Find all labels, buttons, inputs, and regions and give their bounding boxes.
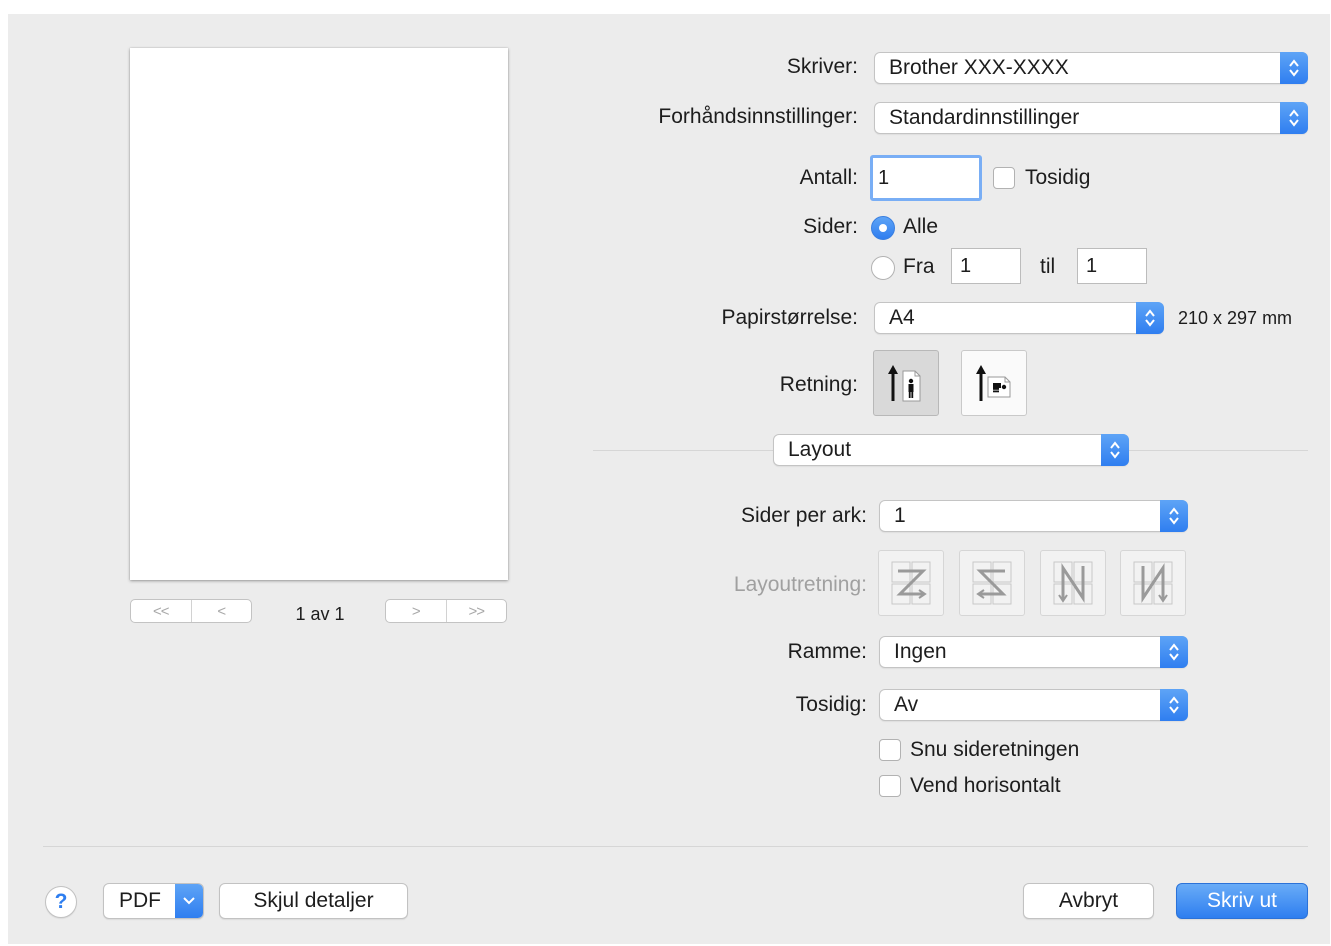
pages-label: Sider: xyxy=(803,215,858,238)
pdf-label: PDF xyxy=(119,889,161,912)
printer-label: Skriver: xyxy=(786,55,858,78)
presets-label: Forhåndsinnstillinger: xyxy=(658,105,858,128)
n-reverse-layout-icon xyxy=(1053,561,1093,605)
chevron-down-icon xyxy=(175,884,203,918)
paper-dimensions: 210 x 297 mm xyxy=(1178,308,1293,328)
flip-horizontal-checkbox[interactable] xyxy=(879,775,901,797)
landscape-orientation-icon xyxy=(976,365,1011,401)
pages-to-label: til xyxy=(1040,255,1056,278)
presets-select[interactable]: Standardinnstillinger xyxy=(874,102,1308,134)
pages-to-input[interactable]: 1 xyxy=(1077,248,1147,284)
preview-nav-back: << < xyxy=(130,599,252,623)
presets-value: Standardinnstillinger xyxy=(889,106,1080,129)
pages-per-sheet-label: Sider per ark: xyxy=(740,504,867,527)
updown-arrows-icon xyxy=(1101,434,1129,466)
help-button[interactable]: ? xyxy=(45,886,77,918)
layout-direction-n-button[interactable] xyxy=(1120,550,1186,616)
updown-arrows-icon xyxy=(1280,102,1308,134)
page-preview xyxy=(130,48,508,580)
layout-direction-z-button[interactable] xyxy=(878,550,944,616)
pdf-menu-button[interactable]: PDF xyxy=(103,883,204,919)
paper-size-select[interactable]: A4 xyxy=(874,302,1164,334)
pages-range-radio[interactable] xyxy=(871,256,895,280)
two-sided-value: Av xyxy=(894,693,919,716)
hide-details-button[interactable]: Skjul detaljer xyxy=(219,883,408,919)
layout-direction-label: Layoutretning: xyxy=(733,573,867,596)
two-sided-select[interactable]: Av xyxy=(879,689,1188,721)
last-page-button[interactable]: >> xyxy=(445,600,507,622)
print-button[interactable]: Skriv ut xyxy=(1176,883,1308,919)
orientation-label: Retning: xyxy=(779,373,858,396)
two-sided-label: Tosidig: xyxy=(795,693,867,716)
paper-size-value: A4 xyxy=(889,306,915,329)
portrait-orientation-icon xyxy=(888,365,921,402)
pages-range-from-label: Fra xyxy=(903,255,935,278)
cancel-button[interactable]: Avbryt xyxy=(1023,883,1154,919)
border-select[interactable]: Ingen xyxy=(879,636,1188,668)
pages-per-sheet-select[interactable]: 1 xyxy=(879,500,1188,532)
reverse-z-layout-icon xyxy=(972,561,1012,605)
first-page-button[interactable]: << xyxy=(131,600,191,622)
reverse-orientation-label: Snu sideretningen xyxy=(910,738,1080,761)
pages-per-sheet-value: 1 xyxy=(894,504,906,527)
landscape-orientation-button[interactable] xyxy=(961,350,1027,416)
next-page-button[interactable]: > xyxy=(386,600,446,622)
updown-arrows-icon xyxy=(1136,302,1164,334)
border-label: Ramme: xyxy=(787,640,867,663)
border-value: Ingen xyxy=(894,640,947,663)
updown-arrows-icon xyxy=(1280,52,1308,84)
updown-arrows-icon xyxy=(1160,636,1188,668)
duplex-checkbox[interactable] xyxy=(993,167,1015,189)
updown-arrows-icon xyxy=(1160,689,1188,721)
preview-nav-forward: > >> xyxy=(385,599,507,623)
z-layout-icon xyxy=(891,561,931,605)
layout-direction-n-reverse-button[interactable] xyxy=(1040,550,1106,616)
printer-select[interactable]: Brother XXX-XXXX xyxy=(874,52,1308,84)
copies-input[interactable]: 1 xyxy=(870,155,982,201)
pages-from-input[interactable]: 1 xyxy=(951,248,1021,284)
duplex-checkbox-label: Tosidig xyxy=(1025,166,1091,189)
printer-value: Brother XXX-XXXX xyxy=(889,56,1069,79)
flip-horizontal-label: Vend horisontalt xyxy=(910,774,1061,797)
page-count: 1 av 1 xyxy=(295,604,345,624)
paper-size-label: Papirstørrelse: xyxy=(721,306,858,329)
updown-arrows-icon xyxy=(1160,500,1188,532)
layout-direction-reverse-z-button[interactable] xyxy=(959,550,1025,616)
pages-all-radio[interactable] xyxy=(871,216,895,240)
n-layout-icon xyxy=(1133,561,1173,605)
panel-select[interactable]: Layout xyxy=(773,434,1129,466)
portrait-orientation-button[interactable] xyxy=(873,350,939,416)
footer-separator xyxy=(43,846,1308,847)
previous-page-button[interactable]: < xyxy=(190,600,252,622)
pages-all-label: Alle xyxy=(903,215,939,238)
reverse-orientation-checkbox[interactable] xyxy=(879,739,901,761)
panel-value: Layout xyxy=(788,438,852,461)
copies-label: Antall: xyxy=(799,166,858,189)
